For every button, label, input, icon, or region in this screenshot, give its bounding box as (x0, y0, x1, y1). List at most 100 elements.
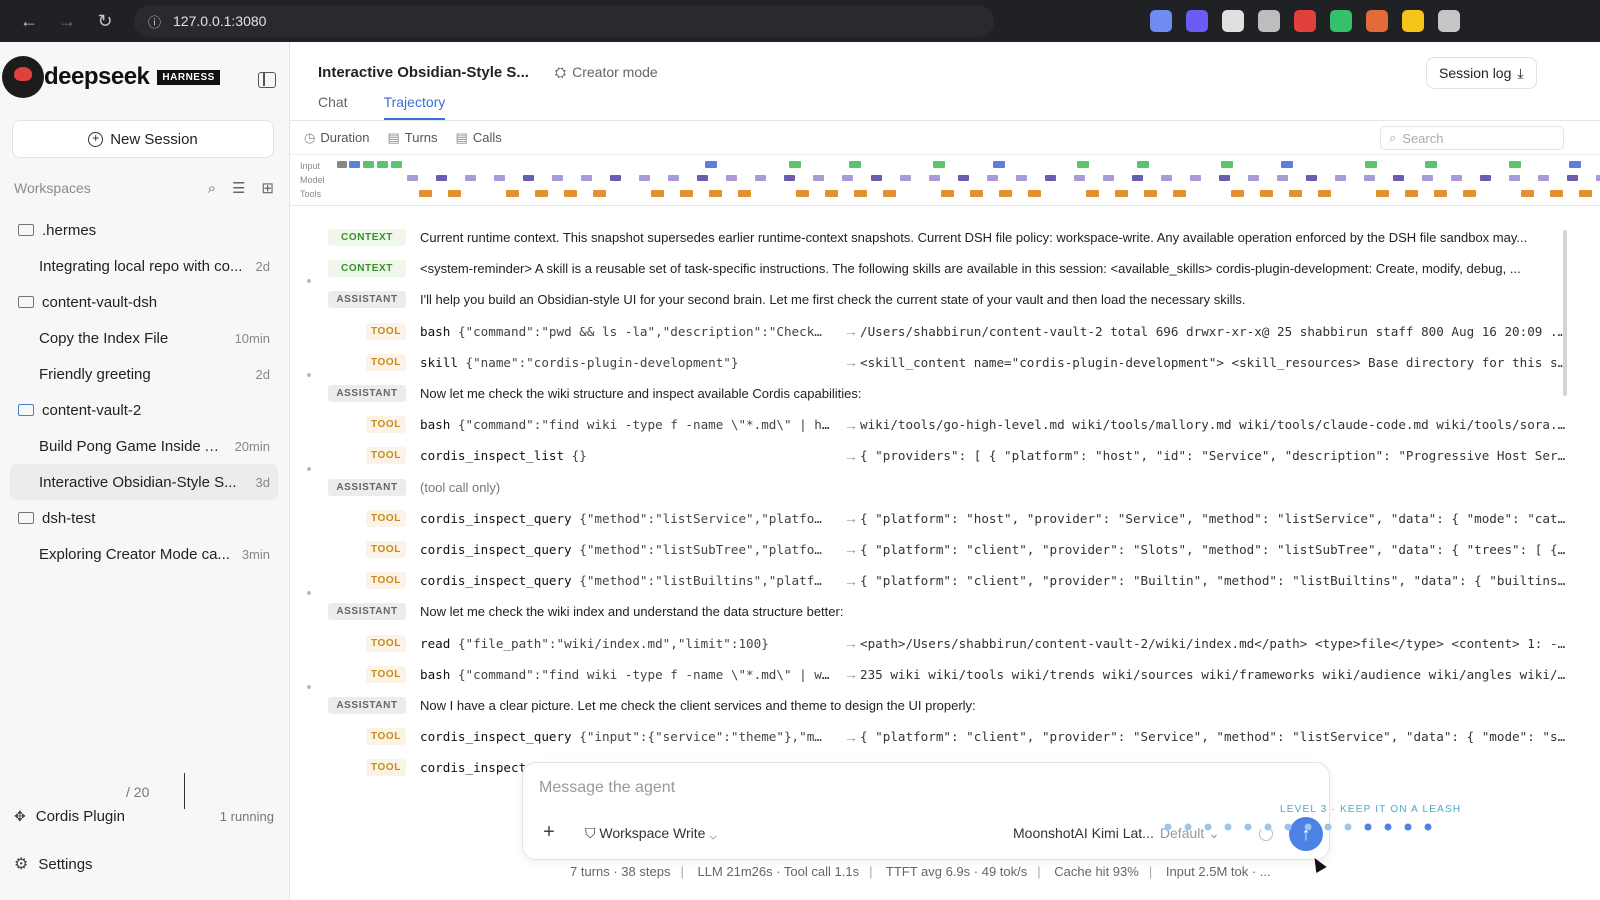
assistant-badge: ASSISTANT (328, 696, 406, 714)
assistant-row[interactable]: ASSISTANT Now let me check the wiki struc… (290, 372, 1566, 409)
new-folder-icon[interactable]: ⊞ (261, 179, 274, 197)
timeline-tool-mark (1144, 190, 1157, 197)
plugin-label: Cordis Plugin (35, 808, 125, 825)
context-row[interactable]: CONTEXT <system-reminder> A skill is a re… (290, 253, 1566, 284)
extension-icon[interactable] (1258, 10, 1280, 32)
tool-call: read {"file_path":"wiki/index.md","limit… (420, 636, 832, 651)
session-log-button[interactable]: Session log ⤓ (1426, 57, 1537, 89)
sidebar-toggle-icon[interactable] (258, 72, 276, 88)
calls-filter[interactable]: ▤ Calls (456, 130, 502, 146)
timeline-model-mark (1480, 175, 1491, 181)
assistant-row[interactable]: ASSISTANT Now let me check the wiki index… (290, 591, 1566, 627)
tool-row[interactable]: TOOL cordis_inspect_query {"method":"list… (290, 565, 1566, 596)
brand-name: deepseek (44, 63, 150, 90)
assistant-row[interactable]: ASSISTANT (tool call only) (290, 466, 1566, 503)
timeline-input-mark (337, 161, 347, 168)
permission-select[interactable]: ⛉ Workspace Write ⌄ (585, 825, 717, 842)
tool-row[interactable]: TOOL bash {"command":"find wiki -type f -… (290, 659, 1566, 690)
back-icon[interactable]: ← (10, 11, 48, 32)
tool-badge: TOOL (366, 540, 406, 558)
composer: Message the agent + ⛉ Workspace Write ⌄ … (522, 762, 1330, 860)
tool-row[interactable]: TOOL read {"file_path":"wiki/index.md","l… (290, 627, 1566, 658)
tool-row[interactable]: TOOL cordis_inspect_query {"method":"list… (290, 503, 1566, 534)
assistant-badge: ASSISTANT (328, 291, 406, 309)
tool-args: {"method":"listBuiltins","platf… (579, 573, 822, 589)
session-item[interactable]: Friendly greeting 2d (10, 356, 278, 392)
workspace-folder[interactable]: .hermes (10, 212, 278, 248)
site-info-icon[interactable]: ⓘ (148, 12, 161, 31)
creator-mode-toggle[interactable]: ⛭ Creator mode (555, 64, 658, 81)
tool-call: cordis_inspect_list {} (420, 448, 832, 463)
extension-icon[interactable] (1150, 10, 1172, 32)
extension-icon[interactable] (1186, 10, 1208, 32)
new-session-button[interactable]: + New Session (12, 120, 274, 158)
timeline-tool-mark (1115, 190, 1128, 197)
workspace-folder[interactable]: content-vault-2 (10, 392, 278, 428)
tab-chat[interactable]: Chat (318, 94, 348, 120)
address-bar[interactable]: ⓘ 127.0.0.1:3080 (134, 5, 994, 37)
tool-row[interactable]: TOOL bash {"command":"pwd && ls -la","des… (290, 316, 1566, 347)
tab-trajectory[interactable]: Trajectory (383, 94, 446, 120)
message-input[interactable]: Message the agent (539, 779, 675, 797)
timeline-model-mark (900, 175, 911, 181)
timeline-model-mark (958, 175, 969, 181)
timeline-tool-mark (680, 190, 693, 197)
session-title: Integrating local repo with co... (39, 257, 243, 275)
duration-filter[interactable]: ◷ Duration (304, 130, 369, 146)
tool-badge: TOOL (366, 322, 406, 340)
reload-icon[interactable]: ↻ (86, 11, 124, 32)
timeline-input-mark (349, 161, 360, 168)
timeline-model-mark (842, 175, 853, 181)
extension-icon[interactable] (1222, 10, 1244, 32)
timeline-input-mark (391, 161, 402, 168)
tool-row[interactable]: TOOL bash {"command":"find wiki -type f -… (290, 409, 1566, 440)
session-item[interactable]: Build Pong Game Inside A... 20min (10, 428, 278, 464)
assistant-text: Now let me check the wiki structure and … (420, 386, 862, 402)
context-row[interactable]: CONTEXT Current runtime context. This sna… (290, 222, 1566, 253)
assistant-row[interactable]: ASSISTANT I'll help you build an Obsidian… (290, 279, 1566, 315)
extension-icon[interactable] (1402, 10, 1424, 32)
tool-row[interactable]: TOOL skill {"name":"cordis-plugin-develop… (290, 347, 1566, 378)
timeline-input-mark (1137, 161, 1149, 168)
workspace-folder[interactable]: content-vault-dsh (10, 284, 278, 320)
scrollbar[interactable] (1563, 230, 1567, 396)
leash-dot (1424, 823, 1432, 831)
timeline-tool-mark (825, 190, 838, 197)
workspace-folder[interactable]: dsh-test (10, 500, 278, 536)
timeline-tool-mark (1260, 190, 1273, 197)
timeline-model-mark (1045, 175, 1056, 181)
attach-plus-icon[interactable]: + (537, 821, 561, 845)
extension-icon[interactable] (1366, 10, 1388, 32)
leash-dot (1344, 823, 1352, 831)
session-item[interactable]: Interactive Obsidian-Style S... 3d (10, 464, 278, 500)
session-item[interactable]: Integrating local repo with co... 2d (10, 248, 278, 284)
turns-filter[interactable]: ▤ Turns (387, 130, 437, 146)
forward-icon[interactable]: → (48, 11, 86, 32)
folder-icon (18, 404, 34, 416)
tool-args: {"command":"find wiki -type f -name \"*.… (457, 666, 832, 682)
timeline-input-mark (1221, 161, 1233, 168)
timeline-model-mark (1538, 175, 1549, 181)
settings-item[interactable]: ⚙ Settings (14, 854, 93, 874)
session-item[interactable]: Exploring Creator Mode ca... 3min (10, 536, 278, 572)
timeline-model-mark (1016, 175, 1027, 181)
tool-name: skill (420, 354, 458, 370)
filter-sliders-icon[interactable]: ☰ (232, 179, 245, 197)
arrow-right-icon: → (844, 510, 858, 527)
cordis-plugin-item[interactable]: ✥ Cordis Plugin 1 running (14, 808, 274, 825)
user-avatar[interactable] (2, 56, 44, 98)
tool-row[interactable]: TOOL cordis_inspect_query {"method":"list… (290, 534, 1566, 565)
tool-row[interactable]: TOOL cordis_inspect_query {"input":{"serv… (290, 721, 1566, 752)
search-icon[interactable]: ⌕ (208, 180, 216, 197)
extension-icon[interactable] (1438, 10, 1460, 32)
timeline-tool-mark (593, 190, 606, 197)
session-item[interactable]: Copy the Index File 10min (10, 320, 278, 356)
creator-mode-label: Creator mode (572, 64, 658, 80)
assistant-row[interactable]: ASSISTANT Now I have a clear picture. Let… (290, 684, 1566, 721)
extension-icon[interactable] (1294, 10, 1316, 32)
extension-icon[interactable] (1330, 10, 1352, 32)
trajectory-search-input[interactable]: ⌕ Search (1380, 126, 1564, 150)
timeline-strip[interactable]: Input Model Tools (290, 154, 1600, 206)
tool-row[interactable]: TOOL cordis_inspect_list {} →{ "providers"… (290, 440, 1566, 471)
leash-level-label: LEVEL 3 · KEEP IT ON A LEASH (1280, 804, 1462, 815)
